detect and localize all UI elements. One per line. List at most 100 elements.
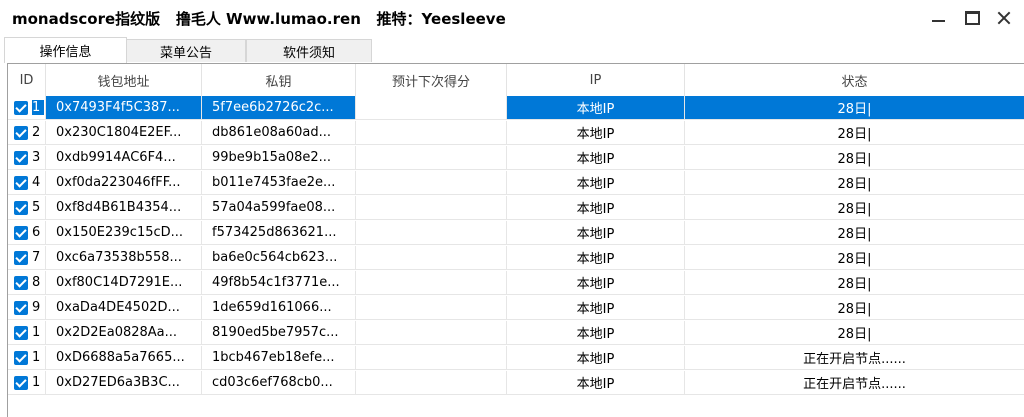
tab-operation-info[interactable]: 操作信息 xyxy=(4,37,127,63)
row-checkbox[interactable] xyxy=(14,125,28,140)
private-key-cell[interactable]: f573425d863621... xyxy=(202,221,356,245)
row-checkbox[interactable] xyxy=(14,325,28,340)
row-id-cell[interactable]: 3 xyxy=(8,146,46,170)
row-checkbox[interactable] xyxy=(14,150,28,165)
next-score-cell[interactable] xyxy=(356,146,507,170)
status-cell[interactable]: 28日| xyxy=(685,296,1024,320)
maximize-button[interactable] xyxy=(958,4,986,32)
wallet-address-cell[interactable]: 0x2D2Ea0828Aa... xyxy=(46,321,202,345)
tab-software-notes[interactable]: 软件须知 xyxy=(246,39,372,62)
ip-cell[interactable]: 本地IP xyxy=(507,171,685,195)
row-checkbox[interactable] xyxy=(14,200,28,215)
ip-cell[interactable]: 本地IP xyxy=(507,271,685,295)
wallet-address-cell[interactable]: 0x230C1804E2EF... xyxy=(46,121,202,145)
status-cell[interactable]: 28日| xyxy=(685,221,1024,245)
status-cell[interactable]: 28日| xyxy=(685,196,1024,220)
wallet-address-cell[interactable]: 0xD6688a5a7665... xyxy=(46,346,202,370)
row-checkbox[interactable] xyxy=(14,175,28,190)
wallet-address-cell[interactable]: 0xf0da223046fFF... xyxy=(46,171,202,195)
table-row[interactable]: 9 0xaDa4DE4502D... 1de659d161066... 本地IP 28日… xyxy=(8,296,1024,320)
table-row[interactable]: 2 0x230C1804E2EF... db861e08a60ad... 本地IP 28… xyxy=(8,121,1024,145)
ip-cell[interactable]: 本地IP xyxy=(507,246,685,270)
column-header-wallet[interactable]: 钱包地址 xyxy=(46,64,202,96)
private-key-cell[interactable]: 99be9b15a08e2... xyxy=(202,146,356,170)
private-key-cell[interactable]: b011e7453fae2e... xyxy=(202,171,356,195)
wallet-address-cell[interactable]: 0xf80C14D7291E... xyxy=(46,271,202,295)
next-score-cell[interactable] xyxy=(356,196,507,220)
ip-cell[interactable]: 本地IP xyxy=(507,221,685,245)
table-row[interactable]: 1 0xD27ED6a3B3C... cd03c6ef768cb0... 本地IP 正在… xyxy=(8,371,1024,395)
next-score-cell[interactable] xyxy=(356,296,507,320)
column-header-private-key[interactable]: 私钥 xyxy=(202,64,356,96)
next-score-cell[interactable] xyxy=(356,221,507,245)
status-cell[interactable]: 28日| xyxy=(685,321,1024,345)
wallet-address-cell[interactable]: 0xaDa4DE4502D... xyxy=(46,296,202,320)
next-score-cell[interactable] xyxy=(356,271,507,295)
column-header-ip[interactable]: IP xyxy=(507,64,685,96)
wallet-address-cell[interactable]: 0x7493F4f5C387... xyxy=(46,96,202,120)
status-cell[interactable]: 28日| xyxy=(685,171,1024,195)
table-row[interactable]: 1 0x2D2Ea0828Aa... 8190ed5be7957c... 本地IP 28… xyxy=(8,321,1024,345)
ip-cell[interactable]: 本地IP xyxy=(507,196,685,220)
status-cell[interactable]: 28日| xyxy=(685,246,1024,270)
private-key-cell[interactable]: ba6e0c564cb623... xyxy=(202,246,356,270)
row-id-cell[interactable]: 5 xyxy=(8,196,46,220)
row-checkbox[interactable] xyxy=(14,100,28,115)
table-row[interactable]: 8 0xf80C14D7291E... 49f8b54c1f3771e... 本地IP… xyxy=(8,271,1024,295)
ip-cell[interactable]: 本地IP xyxy=(507,296,685,320)
row-id-cell[interactable]: 4 xyxy=(8,171,46,195)
data-grid[interactable]: ID 钱包地址 私钥 预计下次得分 IP 状态 1 0x7493F4f5C387.… xyxy=(7,63,1024,417)
status-cell[interactable]: 28日| xyxy=(685,271,1024,295)
wallet-address-cell[interactable]: 0xc6a73538b558... xyxy=(46,246,202,270)
table-row[interactable]: 7 0xc6a73538b558... ba6e0c564cb623... 本地IP 2… xyxy=(8,246,1024,270)
column-header-status[interactable]: 状态 xyxy=(685,64,1024,96)
table-row[interactable]: 1 0xD6688a5a7665... 1bcb467eb18efe... 本地IP 正… xyxy=(8,346,1024,370)
status-cell[interactable]: 正在开启节点...... xyxy=(685,346,1024,370)
row-checkbox[interactable] xyxy=(14,225,28,240)
next-score-cell[interactable] xyxy=(356,321,507,345)
private-key-cell[interactable]: 49f8b54c1f3771e... xyxy=(202,271,356,295)
next-score-cell[interactable] xyxy=(356,121,507,145)
private-key-cell[interactable]: 57a04a599fae08... xyxy=(202,196,356,220)
row-checkbox[interactable] xyxy=(14,250,28,265)
row-id-cell[interactable]: 1 xyxy=(8,346,46,370)
row-checkbox[interactable] xyxy=(14,350,28,365)
private-key-cell[interactable]: 1bcb467eb18efe... xyxy=(202,346,356,370)
wallet-address-cell[interactable]: 0xf8d4B61B4354... xyxy=(46,196,202,220)
ip-cell[interactable]: 本地IP xyxy=(507,321,685,345)
row-id-cell[interactable]: 1 xyxy=(8,371,46,395)
row-id-cell[interactable]: 1 xyxy=(8,96,46,120)
wallet-address-cell[interactable]: 0xdb9914AC6F4... xyxy=(46,146,202,170)
ip-cell[interactable]: 本地IP xyxy=(507,371,685,395)
row-id-cell[interactable]: 2 xyxy=(8,121,46,145)
table-row[interactable]: 4 0xf0da223046fFF... b011e7453fae2e... 本地IP… xyxy=(8,171,1024,195)
row-id-cell[interactable]: 6 xyxy=(8,221,46,245)
row-checkbox[interactable] xyxy=(14,300,28,315)
column-header-id[interactable]: ID xyxy=(8,64,46,96)
minimize-button[interactable] xyxy=(924,4,952,32)
table-row[interactable]: 6 0x150E239c15cD... f573425d863621... 本地IP 2… xyxy=(8,221,1024,245)
private-key-cell[interactable]: 5f7ee6b2726c2c... xyxy=(202,96,356,120)
private-key-cell[interactable]: 8190ed5be7957c... xyxy=(202,321,356,345)
next-score-cell[interactable] xyxy=(356,171,507,195)
ip-cell[interactable]: 本地IP xyxy=(507,121,685,145)
status-cell[interactable]: 28日| xyxy=(685,146,1024,170)
status-cell[interactable]: 28日| xyxy=(685,121,1024,145)
private-key-cell[interactable]: 1de659d161066... xyxy=(202,296,356,320)
title-bar[interactable]: monadscore指纹版 撸毛人 Www.lumao.ren 推特：Yeesl… xyxy=(0,0,1024,36)
ip-cell[interactable]: 本地IP xyxy=(507,96,685,120)
ip-cell[interactable]: 本地IP xyxy=(507,146,685,170)
table-row[interactable]: 1 0x7493F4f5C387... 5f7ee6b2726c2c... 本地IP 2… xyxy=(8,96,1024,120)
private-key-cell[interactable]: cd03c6ef768cb0... xyxy=(202,371,356,395)
next-score-cell[interactable] xyxy=(356,96,507,120)
column-header-next-score[interactable]: 预计下次得分 xyxy=(356,64,507,96)
status-cell[interactable]: 28日| xyxy=(685,96,1024,120)
tab-menu-notice[interactable]: 菜单公告 xyxy=(126,39,246,62)
wallet-address-cell[interactable]: 0x150E239c15cD... xyxy=(46,221,202,245)
wallet-address-cell[interactable]: 0xD27ED6a3B3C... xyxy=(46,371,202,395)
next-score-cell[interactable] xyxy=(356,371,507,395)
private-key-cell[interactable]: db861e08a60ad... xyxy=(202,121,356,145)
ip-cell[interactable]: 本地IP xyxy=(507,346,685,370)
row-id-cell[interactable]: 9 xyxy=(8,296,46,320)
row-id-cell[interactable]: 7 xyxy=(8,246,46,270)
